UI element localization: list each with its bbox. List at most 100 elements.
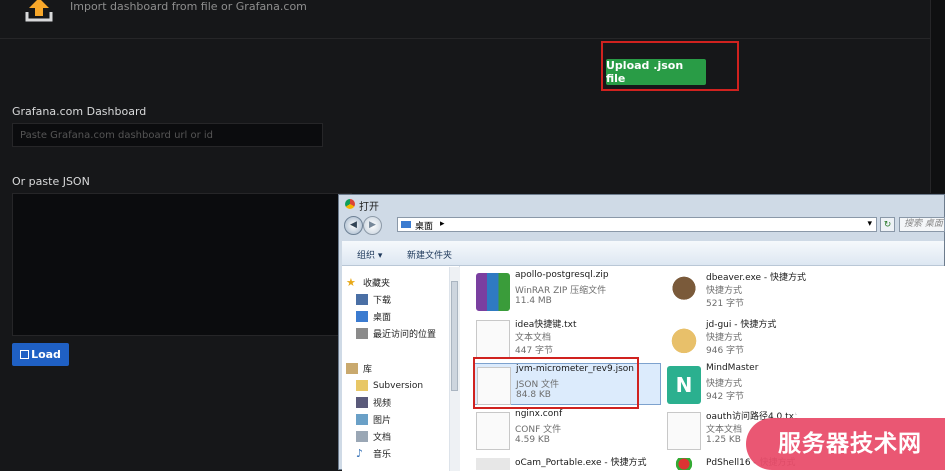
text-file-icon <box>476 320 510 358</box>
file-size: 11.4 MB <box>515 296 552 306</box>
file-name: dbeaver.exe - 快捷方式 <box>706 273 807 283</box>
file-name: oCam_Portable.exe - 快捷方式 <box>515 458 647 468</box>
file-item[interactable]: nginx.conf CONF 文件 4.59 KB <box>473 409 661 455</box>
grafana-com-placeholder: Paste Grafana.com dashboard url or id <box>20 129 214 141</box>
nav-label: 视频 <box>373 399 392 409</box>
file-type: 快捷方式 <box>706 379 743 389</box>
nav-label: 桌面 <box>373 313 392 323</box>
nav-label: 最近访问的位置 <box>373 330 437 340</box>
chrome-icon <box>345 199 355 209</box>
file-item[interactable]: oCam_Portable.exe - 快捷方式 <box>473 455 661 471</box>
nav-item-desktop[interactable]: 桌面 <box>356 309 391 324</box>
file-item[interactable]: N MindMaster 快捷方式 942 字节 <box>664 363 852 409</box>
nav-item-downloads[interactable]: 下载 <box>356 292 391 307</box>
address-dropdown-icon[interactable]: ▾ <box>867 219 872 229</box>
nav-label: 收藏夹 <box>363 279 391 289</box>
picture-icon <box>356 414 368 425</box>
desktop-small-icon <box>401 221 411 228</box>
nav-label: 库 <box>363 365 373 375</box>
json-file-highlight-box <box>473 357 639 409</box>
download-folder-icon <box>356 294 368 305</box>
star-icon: ★ <box>346 276 356 289</box>
file-item[interactable]: dbeaver.exe - 快捷方式 快捷方式 521 字节 <box>664 270 852 316</box>
grafana-com-input[interactable]: Paste Grafana.com dashboard url or id <box>12 123 323 147</box>
file-size: 942 字节 <box>706 392 745 402</box>
page-subtitle: Import dashboard from file or Grafana.co… <box>70 0 307 13</box>
grafana-com-label: Grafana.com Dashboard <box>12 105 147 118</box>
conf-file-icon <box>476 412 510 450</box>
video-icon <box>356 397 368 408</box>
dialog-titlebar: 打开 <box>339 195 945 213</box>
nav-label: 下载 <box>373 296 392 306</box>
file-size: 521 字节 <box>706 299 745 309</box>
mindmaster-icon: N <box>667 366 701 404</box>
watermark-url: WWW.77ISP.COM <box>792 407 914 421</box>
file-name: apollo-postgresql.zip <box>515 270 609 280</box>
upload-highlight-box <box>601 41 739 91</box>
file-item[interactable]: jd-gui - 快捷方式 快捷方式 946 字节 <box>664 317 852 363</box>
file-name: nginx.conf <box>515 409 563 419</box>
file-size: 447 字节 <box>515 346 554 356</box>
nav-item-recent[interactable]: 最近访问的位置 <box>356 326 436 341</box>
nav-item-favorites[interactable]: ★ 收藏夹 <box>346 275 390 290</box>
back-button[interactable]: ◀ <box>344 216 363 235</box>
dbeaver-icon <box>667 273 701 311</box>
nav-label: Subversion <box>373 380 424 391</box>
load-button[interactable]: Load <box>12 343 69 366</box>
library-icon <box>346 363 358 374</box>
paste-json-label: Or paste JSON <box>12 175 90 188</box>
jd-gui-icon <box>667 320 701 358</box>
file-type: 文本文档 <box>706 425 743 435</box>
file-type: 快捷方式 <box>706 286 743 296</box>
nav-item-subversion[interactable]: Subversion <box>356 378 423 393</box>
file-name: MindMaster <box>706 363 759 373</box>
load-label: Load <box>31 348 61 361</box>
json-textarea[interactable] <box>12 193 352 336</box>
side-panel <box>930 0 945 193</box>
forward-button[interactable]: ▶ <box>363 216 382 235</box>
search-input[interactable]: 搜索 桌面 <box>899 217 945 232</box>
desktop-icon <box>356 311 368 322</box>
address-separator-icon: ▸ <box>440 219 445 229</box>
refresh-button[interactable]: ↻ <box>880 217 895 232</box>
ocam-icon <box>476 458 510 470</box>
nav-label: 文档 <box>373 433 392 443</box>
upload-icon <box>25 0 53 22</box>
file-name: idea快捷键.txt <box>515 320 577 330</box>
address-text: 桌面 <box>415 222 434 232</box>
recent-places-icon <box>356 328 368 339</box>
dialog-toolbar: 组织 ▾ 新建文件夹 <box>342 241 944 266</box>
nav-scrollbar[interactable] <box>449 267 460 471</box>
scrollbar-thumb[interactable] <box>451 281 458 391</box>
music-icon: ♪ <box>356 447 364 460</box>
file-type: WinRAR ZIP 压缩文件 <box>515 286 607 296</box>
folder-icon <box>356 380 368 391</box>
dialog-nav-row: ◀ ▶ 桌面 ▸ ▾ ↻ 搜索 桌面 <box>339 215 945 235</box>
new-folder-button[interactable]: 新建文件夹 <box>407 248 452 261</box>
address-bar[interactable]: 桌面 ▸ ▾ <box>397 217 877 232</box>
navigation-pane: ★ 收藏夹 下载 桌面 最近访问的位置 库 Subversion 视频 图片 文档… <box>342 266 460 471</box>
pdshell-icon <box>667 458 701 470</box>
nav-item-pictures[interactable]: 图片 <box>356 412 391 427</box>
winrar-icon <box>476 273 510 311</box>
dialog-title: 打开 <box>359 202 379 213</box>
nav-item-music[interactable]: ♪ 音乐 <box>356 446 391 461</box>
file-name: jd-gui - 快捷方式 <box>706 320 777 330</box>
file-type: 快捷方式 <box>706 333 743 343</box>
nav-item-videos[interactable]: 视频 <box>356 395 391 410</box>
watermark-text: 服务器技术网 <box>778 431 922 457</box>
file-size: 1.25 KB <box>706 435 741 445</box>
nav-item-documents[interactable]: 文档 <box>356 429 391 444</box>
text-file-icon <box>667 412 701 450</box>
file-size: 946 字节 <box>706 346 745 356</box>
organize-menu[interactable]: 组织 ▾ <box>357 248 382 261</box>
nav-item-libraries[interactable]: 库 <box>346 361 372 376</box>
document-icon <box>356 431 368 442</box>
file-size: 4.59 KB <box>515 435 550 445</box>
file-item[interactable]: apollo-postgresql.zip WinRAR ZIP 压缩文件 11… <box>473 270 661 316</box>
nav-label: 图片 <box>373 416 392 426</box>
nav-label: 音乐 <box>373 450 392 460</box>
load-icon <box>20 350 30 359</box>
file-type: 文本文档 <box>515 333 552 343</box>
file-type: CONF 文件 <box>515 425 562 435</box>
